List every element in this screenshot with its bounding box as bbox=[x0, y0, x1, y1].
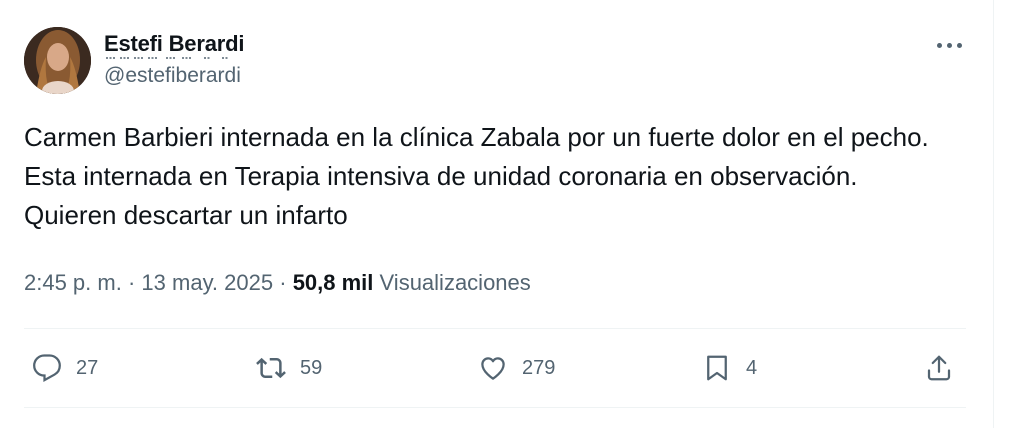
column-border bbox=[993, 0, 994, 428]
tweet-date[interactable]: 13 may. 2025 bbox=[141, 270, 273, 295]
like-icon bbox=[481, 357, 505, 380]
author-name-row: Estefi Berardi bbox=[104, 30, 244, 59]
repost-button[interactable]: 59 bbox=[256, 346, 322, 390]
tweet: Estefi Berardi @estefiberardi Carmen Bar… bbox=[24, 0, 966, 428]
bookmark-icon bbox=[707, 355, 727, 381]
author-handle[interactable]: @estefiberardi bbox=[104, 64, 241, 88]
avatar[interactable] bbox=[24, 27, 91, 94]
like-button[interactable]: 279 bbox=[478, 346, 555, 390]
tweet-text: Carmen Barbieri internada en la clínica … bbox=[24, 122, 929, 230]
bookmark-button[interactable]: 4 bbox=[702, 346, 757, 390]
divider-bottom bbox=[24, 407, 966, 408]
like-count: 279 bbox=[522, 356, 556, 379]
views-label: Visualizaciones bbox=[379, 270, 531, 295]
action-bar: 27 59 279 4 bbox=[24, 346, 966, 390]
meta-separator: · bbox=[279, 270, 287, 295]
repost-count: 59 bbox=[300, 356, 323, 379]
meta-separator: · bbox=[127, 270, 136, 295]
tweet-meta: 2:45 p. m. · 13 may. 2025 · 50,8 mil Vis… bbox=[24, 268, 531, 298]
name-underline-decoration bbox=[106, 57, 228, 59]
share-button[interactable] bbox=[924, 346, 954, 390]
divider-top bbox=[24, 328, 966, 329]
views-count: 50,8 mil bbox=[292, 270, 374, 295]
author-display-name[interactable]: Estefi Berardi bbox=[104, 30, 244, 58]
more-icon[interactable] bbox=[932, 28, 966, 62]
share-icon bbox=[927, 355, 951, 381]
bookmark-count: 4 bbox=[746, 356, 758, 379]
tweet-time[interactable]: 2:45 p. m. bbox=[24, 270, 122, 295]
reply-icon bbox=[33, 354, 61, 383]
repost-icon bbox=[256, 357, 286, 379]
reply-count: 27 bbox=[76, 356, 99, 379]
reply-button[interactable]: 27 bbox=[32, 346, 98, 390]
